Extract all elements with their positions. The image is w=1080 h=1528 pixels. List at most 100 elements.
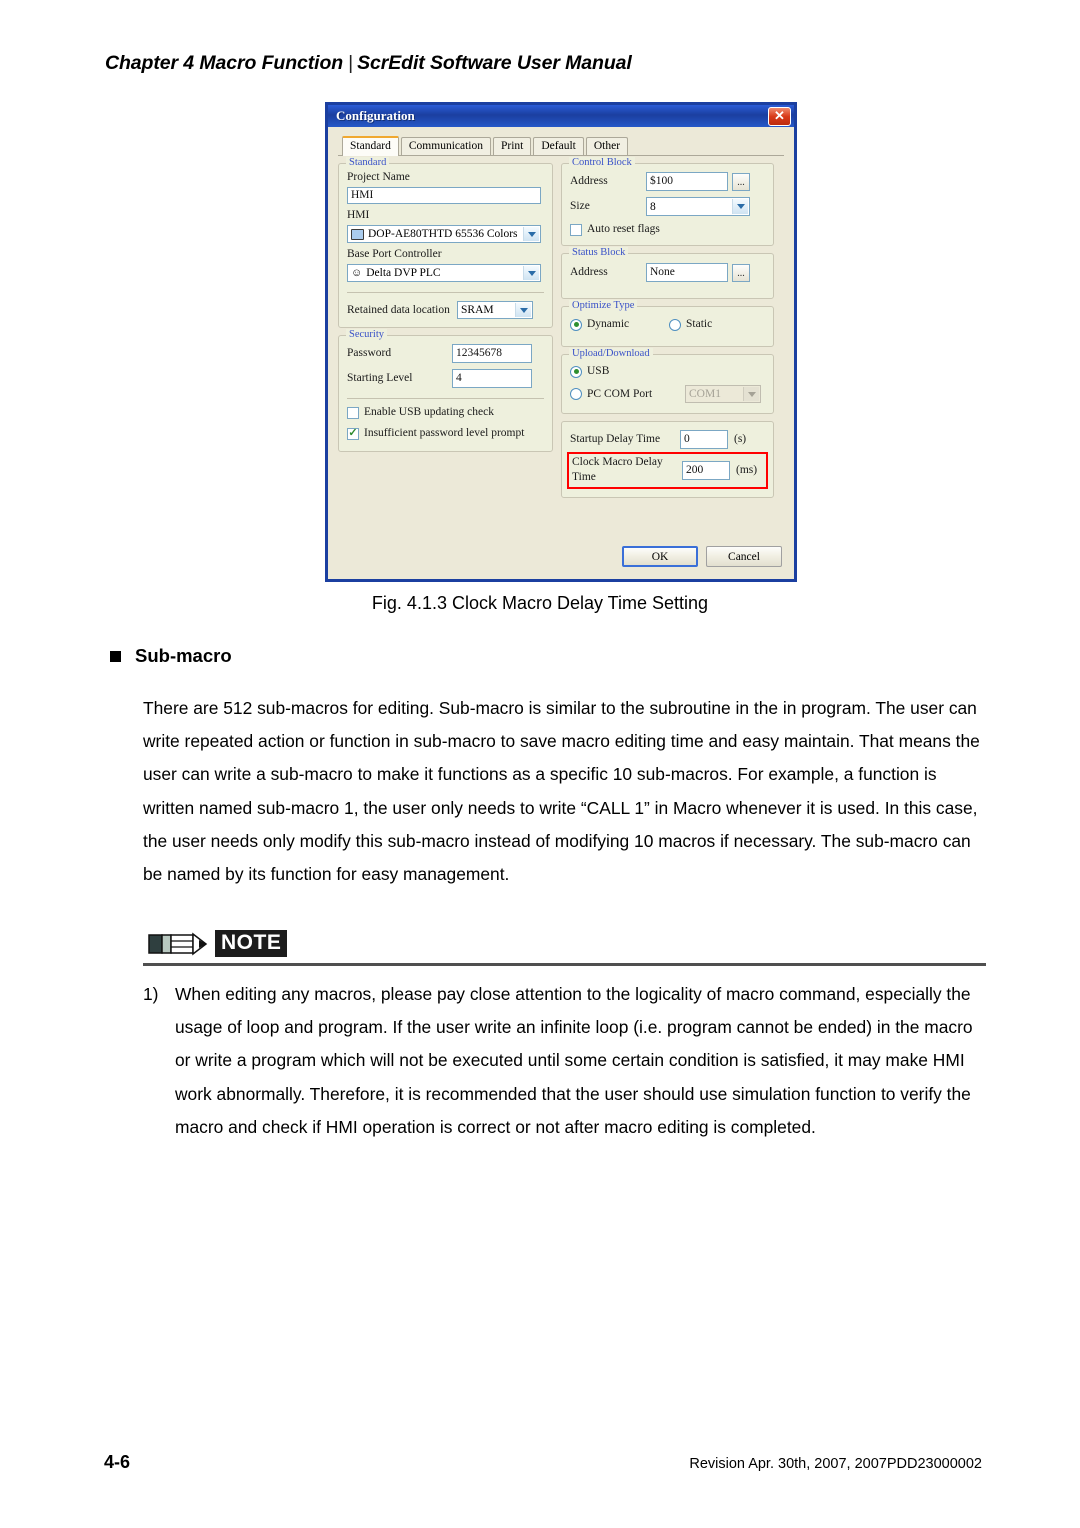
chevron-down-icon[interactable] — [523, 266, 539, 280]
cancel-button[interactable]: Cancel — [706, 546, 782, 567]
control-block-address-label: Address — [570, 175, 608, 187]
checkbox-unchecked-icon[interactable] — [570, 223, 582, 236]
dialog-titlebar: Configuration ✕ — [328, 105, 794, 127]
hmi-label: HMI — [347, 209, 370, 221]
control-block-size-value: 8 — [650, 200, 656, 213]
right-column: Control Block Address $100 ... Size 8 Au… — [561, 157, 774, 505]
dialog-body: Standard Communication Print Default Oth… — [328, 127, 794, 579]
status-block-address-label: Address — [570, 266, 608, 278]
tab-default[interactable]: Default — [533, 137, 584, 155]
upload-download-group: Upload/Download USB PC COM Port COM1 — [561, 348, 774, 414]
radio-unselected-icon[interactable] — [669, 318, 681, 331]
com-port-value: COM1 — [689, 388, 721, 400]
left-column: Standard Project Name HMI HMI DOP-AE80TH… — [338, 157, 553, 505]
chevron-down-icon[interactable] — [523, 227, 539, 241]
clock-macro-delay-highlight: Clock Macro Delay Time 200 (ms) — [567, 452, 768, 489]
clock-macro-delay-time-input[interactable]: 200 — [682, 460, 730, 480]
status-block-group: Status Block Address None ... — [561, 247, 774, 299]
password-input[interactable]: 12345678 — [452, 344, 532, 363]
standard-group: Standard Project Name HMI HMI DOP-AE80TH… — [338, 157, 553, 328]
base-port-controller-value: Delta DVP PLC — [366, 267, 441, 279]
control-block-address-browse-button[interactable]: ... — [732, 172, 750, 191]
optimize-dynamic-label[interactable]: Dynamic — [587, 317, 669, 332]
section-heading-text: Sub-macro — [135, 645, 232, 666]
optimize-static-label[interactable]: Static — [686, 317, 712, 332]
radio-unselected-icon[interactable] — [570, 388, 582, 400]
base-port-controller-select[interactable]: ☺ Delta DVP PLC — [347, 264, 541, 282]
header-chapter: Chapter 4 Macro Function — [105, 52, 344, 74]
retained-data-location-row: Retained data location SRAM — [347, 301, 544, 319]
header-manual-title: ScrEdit Software User Manual — [357, 52, 632, 74]
optimize-type-options: Dynamic Static — [570, 317, 765, 332]
starting-level-input[interactable]: 4 — [452, 369, 532, 388]
tab-print[interactable]: Print — [493, 137, 532, 155]
password-label: Password — [347, 347, 392, 359]
header-separator: | — [348, 52, 354, 74]
startup-delay-time-input[interactable]: 0 — [680, 430, 728, 449]
status-block-address-browse-button[interactable]: ... — [732, 263, 750, 282]
insufficient-password-prompt-row[interactable]: ✓ Insufficient password level prompt — [347, 426, 544, 441]
radio-selected-icon[interactable] — [570, 318, 582, 331]
dialog-title: Configuration — [336, 108, 415, 123]
project-name-input[interactable]: HMI — [347, 187, 541, 204]
checkbox-checked-icon[interactable]: ✓ — [347, 427, 359, 440]
section-paragraph: There are 512 sub-macros for editing. Su… — [143, 698, 980, 885]
base-port-controller-label: Base Port Controller — [347, 248, 442, 260]
tab-standard[interactable]: Standard — [342, 136, 399, 156]
retained-data-location-select[interactable]: SRAM — [457, 301, 533, 319]
checkbox-unchecked-icon[interactable] — [347, 406, 359, 419]
hmi-select[interactable]: DOP-AE80THTD 65536 Colors — [347, 225, 541, 243]
startup-delay-time-unit: (s) — [734, 433, 747, 445]
clock-macro-delay-time-unit: (ms) — [736, 463, 758, 476]
startup-delay-time-row: Startup Delay Time 0 (s) — [570, 430, 765, 449]
status-block-address-input[interactable]: None — [646, 263, 728, 282]
radio-selected-icon[interactable] — [570, 365, 582, 378]
note-label: NOTE — [215, 930, 288, 957]
optimize-type-group-title: Optimize Type — [569, 300, 638, 312]
figure-caption: Fig. 4.1.3 Clock Macro Delay Time Settin… — [371, 593, 709, 613]
starting-level-row: Starting Level 4 — [347, 369, 544, 388]
control-block-size-row: Size 8 — [570, 197, 765, 216]
note-item-number: 1) — [143, 984, 159, 1004]
note-item-text: When editing any macros, please pay clos… — [175, 984, 973, 1137]
enable-usb-updating-check-row[interactable]: Enable USB updating check — [347, 405, 544, 420]
status-block-group-title: Status Block — [569, 247, 629, 259]
password-row: Password 12345678 — [347, 344, 544, 363]
optimize-type-group: Optimize Type Dynamic Static — [561, 300, 774, 347]
tab-other[interactable]: Other — [585, 137, 629, 155]
auto-reset-flags-row[interactable]: Auto reset flags — [570, 222, 765, 237]
tab-content-standard: Standard Project Name HMI HMI DOP-AE80TH… — [338, 157, 784, 505]
note-badge: NOTE — [148, 930, 288, 957]
close-icon[interactable]: ✕ — [768, 106, 791, 126]
monitor-icon — [351, 228, 364, 240]
standard-group-title: Standard — [346, 157, 390, 169]
enable-usb-updating-check-label: Enable USB updating check — [364, 406, 494, 418]
com-port-select: COM1 — [685, 385, 761, 403]
control-block-address-input[interactable]: $100 — [646, 172, 728, 191]
pc-com-port-option-row[interactable]: PC COM Port COM1 — [570, 385, 765, 403]
status-block-address-row: Address None ... — [570, 263, 765, 282]
startup-delay-time-label: Startup Delay Time — [570, 433, 661, 445]
project-name-label: Project Name — [347, 171, 410, 183]
tab-communication[interactable]: Communication — [400, 137, 491, 155]
control-block-size-select[interactable]: 8 — [646, 197, 750, 216]
plc-icon: ☺ — [351, 267, 363, 279]
footer-page-number: 4-6 — [104, 1452, 131, 1472]
control-block-address-row: Address $100 ... — [570, 172, 765, 191]
auto-reset-flags-label: Auto reset flags — [587, 223, 660, 235]
pc-com-port-option-label: PC COM Port — [587, 387, 653, 400]
chevron-down-icon — [743, 387, 759, 401]
chevron-down-icon[interactable] — [515, 303, 531, 317]
delay-time-group: Startup Delay Time 0 (s) Clock Macro Del… — [561, 421, 774, 498]
chevron-down-icon[interactable] — [732, 199, 748, 214]
usb-option-row[interactable]: USB — [570, 364, 765, 379]
divider — [347, 292, 544, 293]
square-bullet-icon — [110, 650, 121, 662]
footer-revision: Revision Apr. 30th, 2007, 2007PDD2300000… — [689, 1456, 982, 1472]
hmi-select-value: DOP-AE80THTD 65536 Colors — [368, 228, 518, 240]
ok-button[interactable]: OK — [622, 546, 698, 567]
dialog-tabstrip: Standard Communication Print Default Oth… — [338, 135, 784, 156]
pencil-icon — [148, 931, 210, 957]
note-divider — [143, 963, 986, 966]
security-group-title: Security — [346, 329, 387, 341]
